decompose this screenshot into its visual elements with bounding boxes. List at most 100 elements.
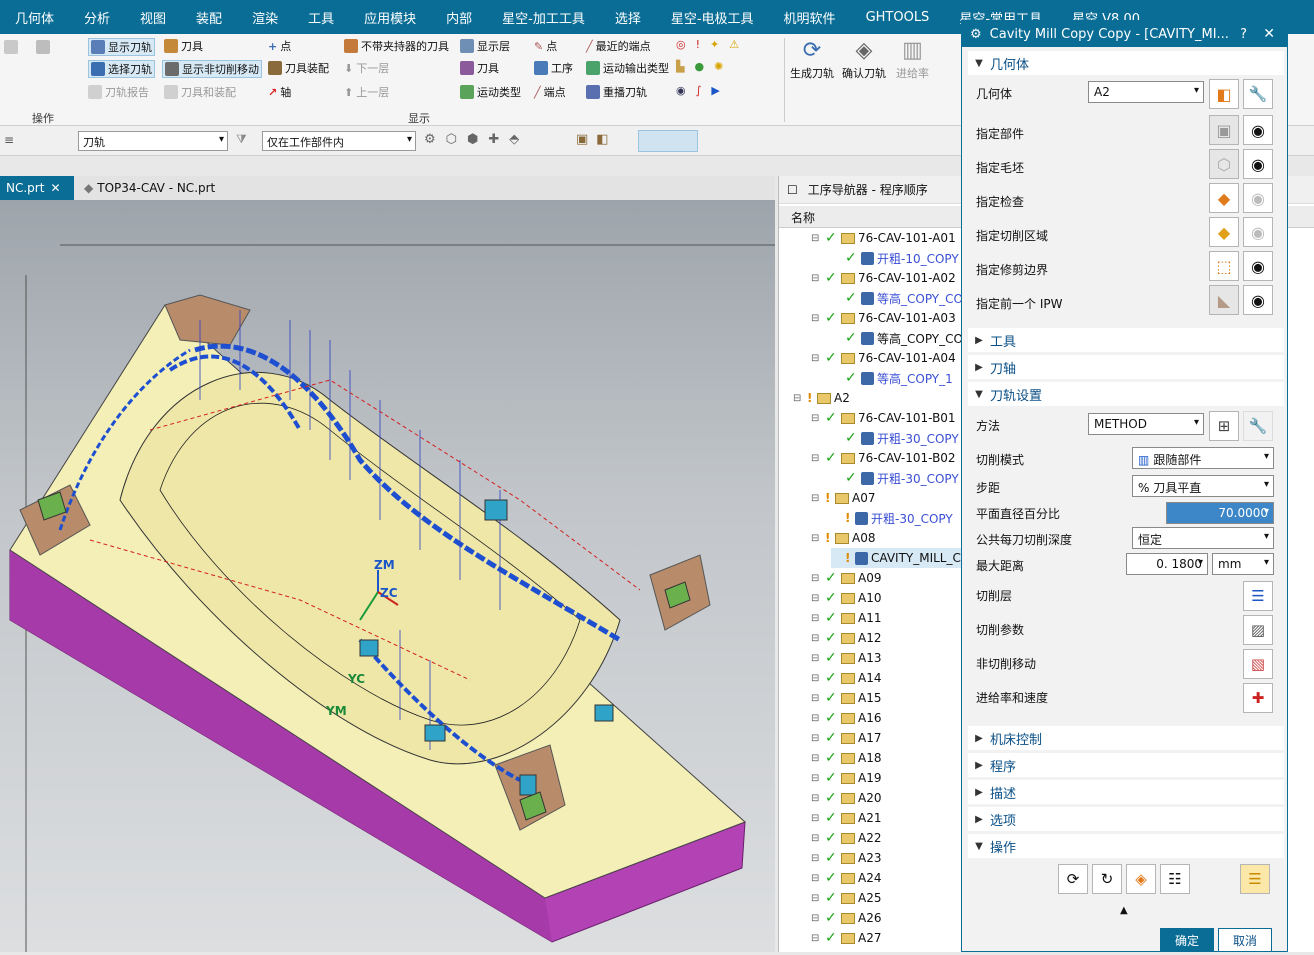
display-extra-icons-3[interactable]: ◉ ∫ ▶ [676, 84, 720, 97]
nearest-endpoint-button[interactable]: ╱ 最近的端点 [586, 38, 651, 54]
scope-select[interactable]: 仅在工作部件内 [262, 131, 416, 151]
cut-pattern-select[interactable]: ▥ 跟随部件 [1132, 447, 1274, 469]
menu-item-12[interactable]: GHTOOLS [851, 10, 945, 25]
generate-action-button[interactable]: ⟳ [1058, 864, 1088, 894]
tab-nc[interactable]: NC.prt ✕ [0, 176, 74, 200]
menu-item-10[interactable]: 星空-电极工具 [656, 8, 769, 27]
section-machine-control[interactable]: ▶ 机床控制 [968, 726, 1284, 750]
program-group-row[interactable]: ⊟ ✓ A13 [811, 648, 881, 668]
program-group-row[interactable]: ⊟ ✓ A14 [811, 668, 881, 688]
expand-toggle-icon[interactable]: ⊟ [811, 933, 825, 944]
menu-item-7[interactable]: 内部 [431, 8, 487, 27]
program-group-row[interactable]: ⊟ ✓ A10 [811, 588, 881, 608]
generate-path-button[interactable]: ⟳ 生成刀轨 [790, 38, 834, 81]
program-group-row[interactable]: ⊟ ✓ A25 [811, 888, 881, 908]
filter-icon[interactable]: ⧩ [236, 132, 247, 147]
feeds-speeds-button[interactable]: ✚ [1243, 683, 1273, 713]
expand-toggle-icon[interactable]: ⊟ [811, 533, 825, 544]
replay-button[interactable]: 重播刀轨 [586, 84, 647, 100]
menu-item-2[interactable]: 视图 [125, 8, 181, 27]
expand-toggle-icon[interactable]: ⊟ [811, 713, 825, 724]
program-group-row[interactable]: ⊟ ✓ A23 [811, 848, 881, 868]
expand-toggle-icon[interactable]: ⊟ [811, 853, 825, 864]
tool2-button[interactable]: 刀具 [460, 60, 499, 76]
feed-rate-button[interactable]: ▥ 进给率 [896, 38, 929, 81]
op-order-button[interactable]: 工序 [534, 60, 573, 76]
replay-action-button[interactable]: ↻ [1092, 864, 1122, 894]
expand-toggle-icon[interactable]: ⊟ [793, 393, 807, 404]
program-group-row[interactable]: ⊟ ✓ A19 [811, 768, 881, 788]
max-distance-unit-select[interactable]: mm [1212, 553, 1274, 575]
expand-toggle-icon[interactable]: ⊟ [811, 813, 825, 824]
expand-toggle-icon[interactable]: ⊟ [811, 833, 825, 844]
tab-top34[interactable]: ◆ TOP34-CAV - NC.prt [78, 176, 221, 200]
specify-part-button[interactable]: ▣ [1209, 115, 1239, 145]
help-button[interactable]: ? [1240, 27, 1247, 42]
specify-blank-button[interactable]: ⬡ [1209, 149, 1239, 179]
scroll-up-icon[interactable]: ▲ [1120, 905, 1128, 916]
operation-row[interactable]: ✓ 等高_COPY_1 [831, 368, 953, 388]
confirm-path-button[interactable]: ◈ 确认刀轨 [842, 38, 886, 81]
program-group-row[interactable]: ⊟ ✓ 76-CAV-101-A02 [811, 268, 956, 288]
expand-toggle-icon[interactable]: ⊟ [811, 493, 825, 504]
program-group-row[interactable]: ⊟ ✓ A16 [811, 708, 881, 728]
new-method-button[interactable]: ⊞ [1209, 411, 1239, 441]
menu-item-4[interactable]: 渲染 [237, 8, 293, 27]
depth-per-cut-select[interactable]: 恒定 [1132, 527, 1274, 549]
expand-toggle-icon[interactable]: ⊟ [811, 733, 825, 744]
program-group-row[interactable]: ⊟ ✓ A12 [811, 628, 881, 648]
display-extra-icons[interactable]: ◎! ✦ ⚠ [676, 38, 739, 51]
section-options[interactable]: ▶ 选项 [968, 807, 1284, 831]
point2-button[interactable]: ✎ 点 [534, 38, 557, 54]
mcs-toggle[interactable] [638, 130, 698, 152]
program-group-row[interactable]: ⊟ ✓ A27 [811, 928, 881, 948]
program-group-row[interactable]: ⊟ ✓ 76-CAV-101-B02 [811, 448, 956, 468]
menu-item-9[interactable]: 选择 [600, 8, 656, 27]
ok-button[interactable]: 确定 [1160, 928, 1214, 952]
display-ipw-button[interactable]: ◉ [1243, 285, 1273, 315]
program-group-row[interactable]: ⊟! A08 [811, 528, 875, 548]
display-part-button[interactable]: ◉ [1243, 115, 1273, 145]
program-group-row[interactable]: ⊟ ✓ A24 [811, 868, 881, 888]
list-action-button[interactable]: ☷ [1160, 864, 1190, 894]
display-check-button[interactable]: ◉ [1243, 183, 1273, 213]
display-cut-area-button[interactable]: ◉ [1243, 217, 1273, 247]
program-group-row[interactable]: ⊟! A2 [793, 388, 850, 408]
cancel-button[interactable]: 取消 [1218, 928, 1272, 952]
endpoint-button[interactable]: ╱ 端点 [534, 84, 566, 100]
snap-icons[interactable]: ⚙⬡⬢✚⬘ [424, 132, 529, 147]
operation-row[interactable]: ✓ 开粗-10_COPY [831, 248, 959, 268]
menu-item-8[interactable]: 星空-加工工具 [487, 8, 600, 27]
tool-assembly-button[interactable]: 刀具装配 [268, 60, 329, 76]
edit-geometry-button[interactable]: 🔧 [1243, 79, 1273, 109]
section-path-settings[interactable]: ▼ 刀轨设置 [968, 382, 1284, 406]
point-button[interactable]: + 点 [268, 38, 291, 54]
menu-icon[interactable]: ≡ [4, 133, 14, 147]
motion-type-button[interactable]: 运动类型 [460, 84, 521, 100]
expand-toggle-icon[interactable]: ⊟ [811, 573, 825, 584]
program-group-row[interactable]: ⊟ ✓ 76-CAV-101-B01 [811, 408, 956, 428]
program-group-row[interactable]: ⊟ ✓ A20 [811, 788, 881, 808]
menu-item-5[interactable]: 工具 [293, 8, 349, 27]
expand-toggle-icon[interactable]: ⊟ [811, 613, 825, 624]
expand-toggle-icon[interactable]: ⊟ [811, 233, 825, 244]
no-holder-button[interactable]: 不带夹持器的刀具 [344, 38, 449, 54]
prev-layer-button[interactable]: ⬆ 上一层 [344, 84, 389, 100]
expand-toggle-icon[interactable]: ⊟ [811, 273, 825, 284]
cut-levels-button[interactable]: ☰ [1243, 581, 1273, 611]
cut-params-button[interactable]: ▨ [1243, 615, 1273, 645]
program-group-row[interactable]: ⊟ ✓ 76-CAV-101-A04 [811, 348, 956, 368]
expand-toggle-icon[interactable]: ⊟ [811, 413, 825, 424]
program-group-row[interactable]: ⊟ ✓ A18 [811, 748, 881, 768]
expand-toggle-icon[interactable]: ⊟ [811, 873, 825, 884]
expand-toggle-icon[interactable]: ⊟ [811, 913, 825, 924]
specify-trim-button[interactable]: ⬚ [1209, 251, 1239, 281]
expand-toggle-icon[interactable]: ⊟ [811, 653, 825, 664]
show-noncut-button[interactable]: 显示非切削移动 [162, 60, 262, 78]
section-tool[interactable]: ▶ 工具 [968, 328, 1284, 352]
section-description[interactable]: ▶ 描述 [968, 780, 1284, 804]
extra-action-button[interactable]: ☰ [1240, 864, 1270, 894]
expand-toggle-icon[interactable]: ⊟ [811, 313, 825, 324]
operation-row[interactable]: ✓ 开粗-30_COPY [831, 468, 959, 488]
expand-toggle-icon[interactable]: ⊟ [811, 753, 825, 764]
